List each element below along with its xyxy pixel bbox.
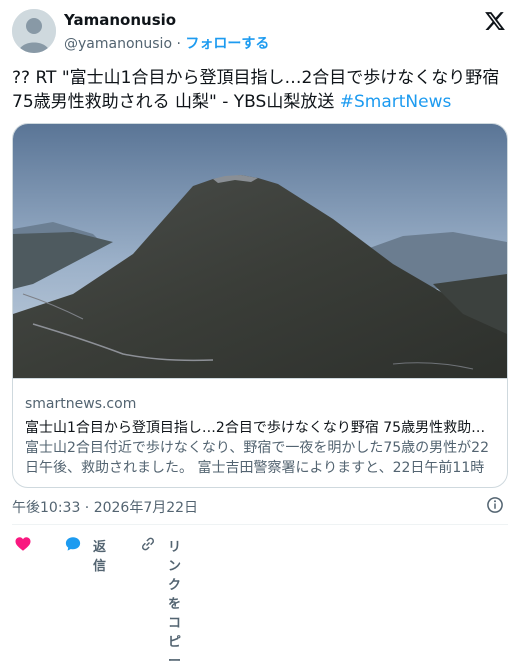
user-handle[interactable]: @yamanonusio [64,36,172,52]
card-domain: smartnews.com [25,396,137,412]
info-icon[interactable] [486,496,504,514]
default-avatar-icon [12,9,56,53]
follow-button[interactable]: フォローする [185,36,269,52]
reply-bubble-icon [65,537,81,551]
card-description: 富士山2合目付近で歩けなくなり、野宿で一夜を明かした75歳の男性が22日午後、救… [25,440,489,476]
x-logo-icon[interactable] [484,10,506,32]
copy-link-label[interactable]: リンクをコピー [168,536,181,669]
card-body[interactable]: smartnews.com 富士山1合目から登頂目指し…2合目で歩けなくなり野宿… [13,378,507,487]
like-button[interactable] [14,535,32,553]
mount-fuji-photo[interactable] [13,124,507,378]
tweet-timestamp[interactable]: 午後10:33 · 2026年7月22日 [12,497,198,517]
reply-label[interactable]: 返信 [93,536,106,574]
link-icon [141,537,155,551]
link-card[interactable]: smartnews.com 富士山1合目から登頂目指し…2合目で歩けなくなり野宿… [12,123,508,488]
copy-link-button[interactable] [139,535,157,553]
separator-dot: · [176,36,181,52]
divider [12,524,508,525]
tweet-text: ?? RT "富士山1合目から登頂目指し…2合目で歩けなくなり野宿 75歳男性救… [12,66,508,114]
tweet-embed: Yamanonusio @yamanonusio · フォローする ?? RT … [0,0,520,669]
handle-row: @yamanonusio · フォローする [64,33,269,53]
heart-icon [15,537,31,551]
avatar[interactable] [12,9,56,53]
card-title[interactable]: 富士山1合目から登頂目指し…2合目で歩けなくなり野宿 75歳男性救助される… [25,417,495,437]
reply-button[interactable] [64,535,82,553]
hashtag-link[interactable]: #SmartNews [340,92,452,112]
display-name[interactable]: Yamanonusio [64,11,176,29]
